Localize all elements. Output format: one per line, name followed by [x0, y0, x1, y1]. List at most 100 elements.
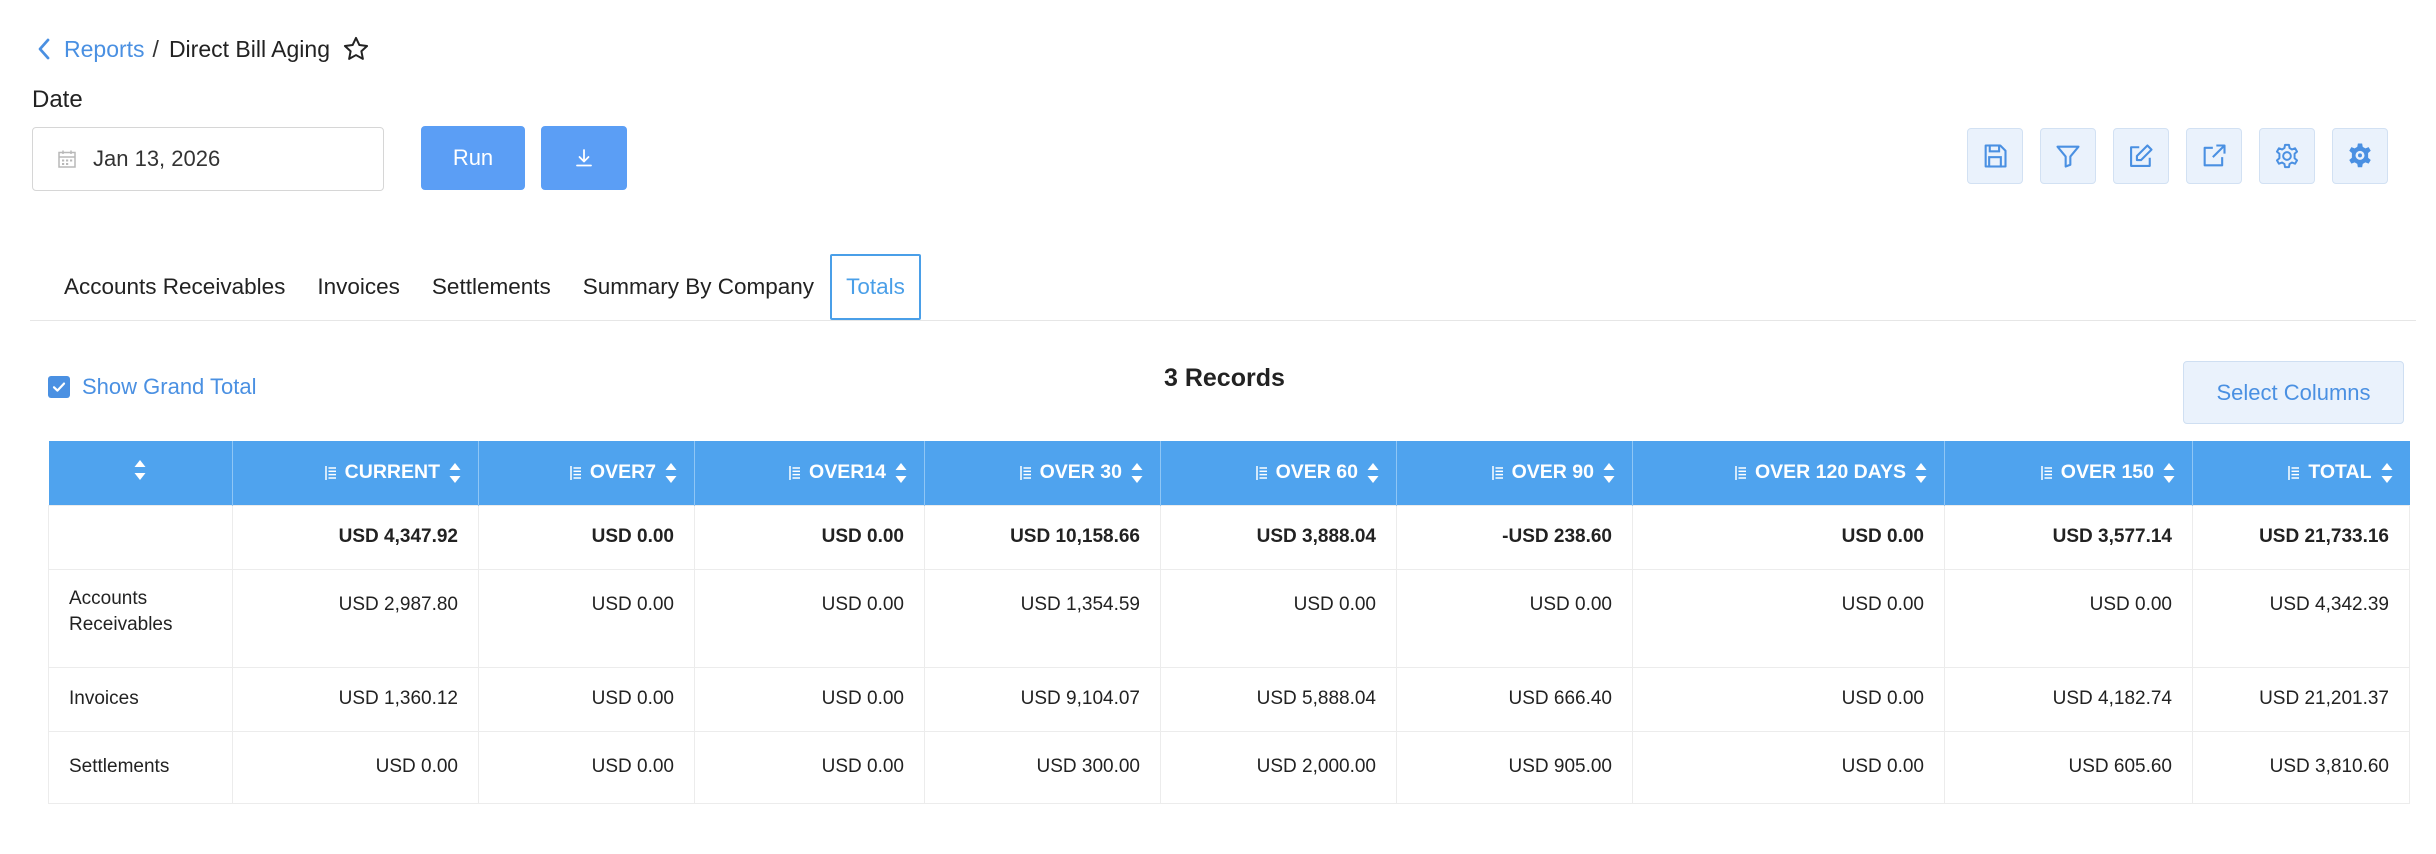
date-field[interactable]	[32, 127, 384, 191]
sort-icon[interactable]	[2380, 459, 2394, 487]
table-cell: USD 905.00	[1396, 730, 1633, 804]
records-count: 3 Records	[1164, 364, 1285, 392]
table-cell: USD 0.00	[1396, 568, 1633, 668]
settings-button[interactable]	[2259, 128, 2315, 184]
column-header-over14[interactable]: OVER14	[694, 441, 925, 505]
table-cell: USD 3,577.14	[1944, 504, 2193, 570]
column-resize-icon[interactable]	[2041, 465, 2053, 481]
breadcrumb-separator: /	[152, 35, 159, 62]
table-row[interactable]: Accounts Receivables USD 2,987.80 USD 0.…	[48, 568, 2410, 668]
column-header-label[interactable]	[48, 441, 233, 505]
show-grand-total-checkbox[interactable]	[48, 376, 70, 398]
filter-button[interactable]	[2040, 128, 2096, 184]
column-header-text: OVER 150	[2060, 461, 2154, 484]
column-header-text: TOTAL	[2308, 461, 2372, 484]
table-cell: USD 3,810.60	[2192, 730, 2410, 804]
column-resize-icon[interactable]	[2288, 465, 2300, 481]
save-icon	[1981, 142, 2009, 170]
table-cell: USD 5,888.04	[1160, 666, 1397, 732]
sort-icon[interactable]	[1130, 459, 1144, 487]
sort-icon[interactable]	[894, 459, 908, 487]
star-icon[interactable]	[342, 35, 370, 63]
sort-icon[interactable]	[664, 459, 678, 487]
sort-icon[interactable]	[1602, 459, 1616, 487]
tab-totals[interactable]: Totals	[830, 254, 921, 320]
table-cell: USD 4,347.92	[232, 504, 479, 570]
column-resize-icon[interactable]	[1735, 465, 1747, 481]
column-resize-icon[interactable]	[1255, 465, 1268, 481]
filter-icon	[2054, 142, 2082, 170]
column-header-over-90[interactable]: OVER 90	[1396, 441, 1633, 505]
table-cell: USD 1,354.59	[924, 568, 1161, 668]
sort-icon[interactable]	[133, 456, 147, 484]
external-link-button[interactable]	[2186, 128, 2242, 184]
column-header-over-150[interactable]: OVER 150	[1944, 441, 2193, 505]
date-input[interactable]	[93, 146, 343, 172]
column-resize-icon[interactable]	[324, 465, 337, 481]
table-cell: USD 0.00	[478, 568, 695, 668]
table-cell: USD 666.40	[1396, 666, 1633, 732]
sort-icon[interactable]	[2162, 459, 2176, 487]
tab-summary-by-company[interactable]: Summary By Company	[567, 254, 830, 320]
save-button[interactable]	[1967, 128, 2023, 184]
chevron-left-icon[interactable]	[36, 37, 52, 61]
table-cell: USD 4,182.74	[1944, 666, 2193, 732]
table-cell: USD 0.00	[694, 730, 925, 804]
breadcrumb-reports-link[interactable]: Reports	[64, 36, 145, 63]
column-resize-icon[interactable]	[570, 465, 582, 481]
table-cell: USD 0.00	[694, 666, 925, 732]
sort-icon[interactable]	[1914, 459, 1928, 487]
report-tabs: Accounts Receivables Invoices Settlement…	[48, 254, 921, 320]
table-cell: USD 9,104.07	[924, 666, 1161, 732]
page-title: Direct Bill Aging	[168, 35, 331, 62]
table-cell: USD 0.00	[1632, 730, 1945, 804]
show-grand-total-toggle[interactable]: Show Grand Total	[48, 374, 256, 400]
column-header-over-30[interactable]: OVER 30	[924, 441, 1161, 505]
calendar-icon	[57, 149, 77, 169]
table-cell: USD 0.00	[232, 730, 479, 804]
column-header-current[interactable]: CURRENT	[232, 441, 479, 505]
table-cell: USD 2,987.80	[232, 568, 479, 668]
sort-icon[interactable]	[448, 459, 462, 487]
tab-settlements[interactable]: Settlements	[416, 254, 567, 320]
table-header-row: CURRENT OVER7 OVER14 OVER 30 OVER 60 OVE…	[48, 441, 2410, 505]
table-cell: USD 0.00	[694, 504, 925, 570]
table-row[interactable]: Invoices USD 1,360.12 USD 0.00 USD 0.00 …	[48, 666, 2410, 732]
run-button[interactable]: Run	[421, 126, 525, 190]
advanced-settings-button[interactable]	[2332, 128, 2388, 184]
row-label: Accounts Receivables	[48, 568, 233, 668]
column-header-total[interactable]: TOTAL	[2192, 441, 2410, 505]
column-resize-icon[interactable]	[1019, 465, 1032, 481]
table-cell: USD 1,360.12	[232, 666, 479, 732]
table-cell: USD 0.00	[478, 730, 695, 804]
aging-totals-table: CURRENT OVER7 OVER14 OVER 30 OVER 60 OVE…	[48, 441, 2410, 804]
column-header-over-60[interactable]: OVER 60	[1160, 441, 1397, 505]
column-header-text: OVER 120 DAYS	[1754, 461, 1906, 484]
table-cell: USD 0.00	[694, 568, 925, 668]
column-resize-icon[interactable]	[1491, 465, 1504, 481]
edit-icon	[2127, 142, 2155, 170]
table-cell: USD 0.00	[1944, 568, 2193, 668]
table-cell: USD 0.00	[1160, 568, 1397, 668]
download-icon	[574, 148, 594, 168]
tab-accounts-receivables[interactable]: Accounts Receivables	[48, 254, 301, 320]
breadcrumb: Reports / Direct Bill Aging	[36, 32, 370, 66]
grand-total-row: USD 4,347.92 USD 0.00 USD 0.00 USD 10,15…	[48, 504, 2410, 570]
table-row[interactable]: Settlements USD 0.00 USD 0.00 USD 0.00 U…	[48, 730, 2410, 804]
tab-invoices[interactable]: Invoices	[301, 254, 416, 320]
select-columns-button[interactable]: Select Columns	[2183, 361, 2404, 424]
table-cell: USD 0.00	[1632, 504, 1945, 570]
table-cell: USD 0.00	[1632, 666, 1945, 732]
table-cell	[48, 504, 233, 570]
column-resize-icon[interactable]	[789, 465, 801, 481]
column-header-over-120-days[interactable]: OVER 120 DAYS	[1632, 441, 1945, 505]
sort-icon[interactable]	[1366, 459, 1380, 487]
column-header-over7[interactable]: OVER7	[478, 441, 695, 505]
row-label: Invoices	[48, 666, 233, 732]
report-toolbar	[1967, 128, 2388, 184]
column-header-text: OVER 30	[1039, 461, 1122, 484]
download-button[interactable]	[541, 126, 627, 190]
edit-button[interactable]	[2113, 128, 2169, 184]
table-cell: USD 10,158.66	[924, 504, 1161, 570]
table-cell: USD 0.00	[1632, 568, 1945, 668]
